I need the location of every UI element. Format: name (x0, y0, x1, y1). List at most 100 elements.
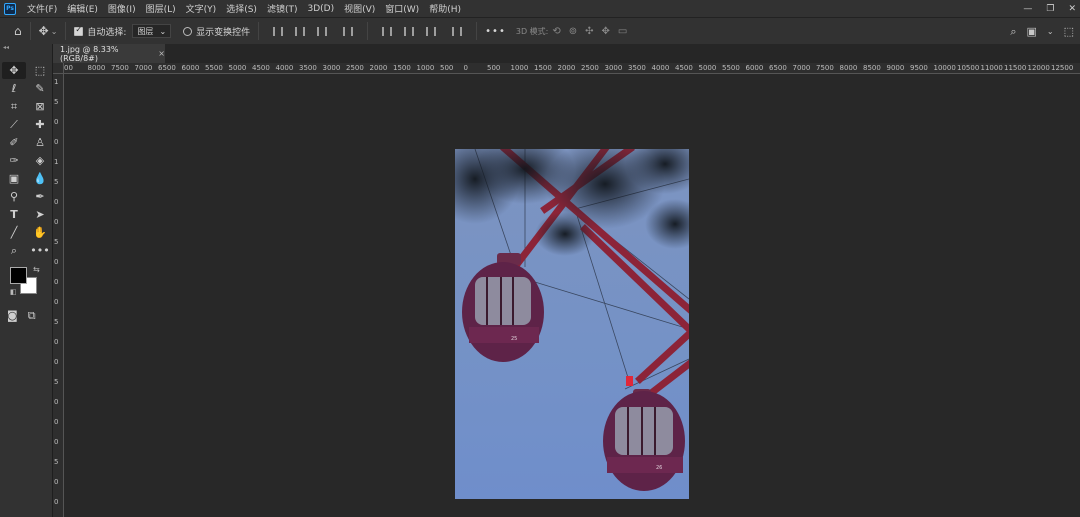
horizontal-ruler[interactable]: 00 8000 7500 7000 6500 6000 5500 5000 4500 4000 35… (64, 63, 1080, 74)
menu-image[interactable]: 图像(I) (103, 2, 141, 15)
healing-brush-tool-icon[interactable]: ✚ (28, 116, 52, 133)
minimize-button[interactable]: — (1023, 4, 1032, 14)
align-right-icon[interactable] (317, 26, 328, 36)
document-canvas[interactable]: 25 26 (455, 149, 689, 499)
distribute-vertical-icon[interactable] (452, 26, 463, 36)
pan-3d-icon[interactable]: ✣ (585, 26, 593, 37)
auto-select-target-select[interactable]: 图层 ⌄ (132, 24, 172, 38)
move-tool-icon[interactable]: ✥ (39, 24, 49, 38)
orbit-3d-icon[interactable]: ⟲ (552, 26, 560, 37)
more-options-button[interactable]: ••• (485, 26, 506, 37)
ruler-h-label: 5000 (698, 64, 717, 72)
ruler-h-label: 6000 (181, 64, 200, 72)
ruler-v-label: 0 (54, 438, 59, 446)
ruler-h-label: 8000 (87, 64, 106, 72)
swap-colors-icon[interactable]: ⇆ (33, 265, 40, 274)
slide-3d-icon[interactable]: ✥ (602, 26, 610, 37)
ruler-h-label: 1000 (416, 64, 435, 72)
auto-select-target-value: 图层 (137, 26, 154, 36)
ruler-h-label: 0 (463, 64, 468, 72)
ruler-h-label: 500 (487, 64, 501, 72)
divider (29, 22, 31, 40)
ruler-v-label: 0 (54, 138, 59, 146)
ruler-h-label: 5500 (722, 64, 740, 72)
workspace-icon[interactable]: ▣ (1026, 25, 1036, 38)
menu-filter[interactable]: 滤镜(T) (262, 2, 303, 15)
pen-tool-icon[interactable]: ✒ (28, 188, 52, 205)
blur-tool-icon[interactable]: 💧 (28, 170, 52, 187)
show-transform-checkbox[interactable] (183, 26, 193, 36)
menu-layer[interactable]: 图层(L) (141, 2, 181, 15)
vertical-ruler[interactable]: 1 5 0 0 1 5 0 0 5 0 0 0 5 0 0 5 0 0 0 5 0 0 (53, 74, 64, 517)
menu-window[interactable]: 窗口(W) (380, 2, 424, 15)
collapse-toolbar-icon[interactable]: ◂◂ (0, 44, 52, 52)
options-bar: ⌂ ✥ ⌄ 自动选择: 图层 ⌄ 显示变换控件 ••• 3D 模式: ⟲ ⊚ (0, 17, 1080, 44)
auto-select-checkbox[interactable] (74, 25, 84, 36)
move-tool-icon[interactable]: ✥ (2, 62, 26, 79)
path-selection-tool-icon[interactable]: ➤ (28, 206, 52, 223)
default-colors-icon[interactable]: ◧ (10, 288, 17, 296)
align-middle-icon[interactable] (404, 26, 415, 36)
ruler-corner[interactable] (53, 63, 64, 74)
line-tool-icon[interactable]: ╱ (2, 224, 26, 241)
roll-3d-icon[interactable]: ⊚ (569, 26, 577, 37)
menu-file[interactable]: 文件(F) (22, 2, 62, 15)
frame-tool-icon[interactable]: ⊠ (28, 98, 52, 115)
share-icon[interactable]: ⬚ (1064, 25, 1074, 38)
hand-tool-icon[interactable]: ✋ (28, 224, 52, 241)
foreground-color-swatch[interactable] (10, 267, 27, 284)
search-icon[interactable]: ⌕ (1010, 25, 1016, 39)
eyedropper-tool-icon[interactable]: ⟋ (2, 116, 26, 133)
chevron-down-icon: ⌄ (159, 26, 167, 36)
home-icon[interactable]: ⌂ (14, 24, 22, 38)
menu-3d[interactable]: 3D(D) (302, 4, 339, 14)
chevron-down-icon[interactable]: ⌄ (51, 27, 58, 36)
align-top-icon[interactable] (382, 26, 393, 36)
quick-select-tool-icon[interactable]: ✎ (28, 80, 52, 97)
scale-3d-icon[interactable]: ▭ (618, 26, 627, 37)
crop-tool-icon[interactable]: ⌗ (2, 98, 26, 115)
ruler-h-label: 4500 (252, 64, 270, 72)
dodge-tool-icon[interactable]: ⚲ (2, 188, 26, 205)
history-brush-tool-icon[interactable]: ✑ (2, 152, 26, 169)
type-tool-icon[interactable]: T (2, 206, 26, 223)
menu-select[interactable]: 选择(S) (221, 2, 262, 15)
edit-toolbar-icon[interactable]: ••• (28, 242, 52, 259)
eraser-tool-icon[interactable]: ◈ (28, 152, 52, 169)
ruler-h-label: 10000 (933, 64, 956, 72)
ruler-h-label: 2000 (557, 64, 576, 72)
zoom-tool-icon[interactable]: ⌕ (2, 242, 26, 259)
svg-text:26: 26 (656, 465, 662, 471)
distribute-icon[interactable] (343, 26, 354, 36)
menu-help[interactable]: 帮助(H) (424, 2, 466, 15)
menu-edit[interactable]: 编辑(E) (62, 2, 103, 15)
gradient-tool-icon[interactable]: ▣ (2, 170, 26, 187)
lasso-tool-icon[interactable]: ℓ (2, 80, 26, 97)
quick-mask-icon[interactable]: ◙ (7, 309, 18, 323)
clone-stamp-tool-icon[interactable]: ♙ (28, 134, 52, 151)
ruler-h-label: 3000 (322, 64, 341, 72)
align-center-icon[interactable] (295, 26, 306, 36)
document-tab[interactable]: 1.jpg @ 8.33%(RGB/8#) × (53, 44, 165, 63)
ruler-h-label: 11500 (1004, 64, 1027, 72)
ruler-h-label: 8500 (863, 64, 881, 72)
chevron-down-icon[interactable]: ⌄ (1047, 27, 1054, 36)
menu-view[interactable]: 视图(V) (339, 2, 380, 15)
canvas-area[interactable]: 25 26 (65, 75, 1080, 517)
ruler-h-label: 6000 (745, 64, 764, 72)
ruler-v-label: 0 (54, 338, 59, 346)
ruler-h-label: 00 (64, 64, 73, 72)
ruler-h-label: 12500 (1051, 64, 1074, 72)
close-button[interactable]: ✕ (1068, 4, 1076, 14)
screen-mode-icon[interactable]: ⧉ (28, 309, 36, 323)
menu-type[interactable]: 文字(Y) (181, 2, 222, 15)
close-icon[interactable]: × (158, 49, 165, 58)
ruler-v-label: 5 (54, 318, 59, 326)
ruler-h-label: 9000 (886, 64, 905, 72)
brush-tool-icon[interactable]: ✐ (2, 134, 26, 151)
align-bottom-icon[interactable] (426, 26, 437, 36)
ruler-v-label: 0 (54, 498, 59, 506)
marquee-tool-icon[interactable]: ⬚ (28, 62, 52, 79)
restore-button[interactable]: ❐ (1046, 4, 1054, 14)
align-left-icon[interactable] (273, 26, 284, 36)
